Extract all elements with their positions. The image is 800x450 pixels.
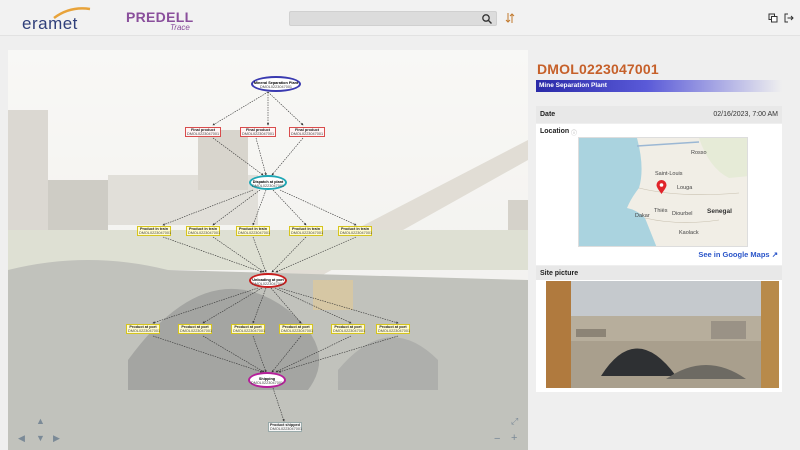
node-product-in-train[interactable]: Product in train DMOL0223047001 [186,226,220,237]
pan-left-button[interactable]: ◀ [18,433,25,444]
node-final-product[interactable]: Final product DMOL0223047001 [240,127,276,138]
map-label-diourbel: Diourbel [672,211,693,217]
node-product-at-port[interactable]: Product at port DMOL0223047001 [279,324,313,335]
search-input[interactable] [294,13,474,25]
site-name-band: Mine Separation Plant [536,80,782,92]
traceability-diagram[interactable]: Mineral Separation Plant DMOL0223047001 … [8,50,528,450]
zoom-out-button[interactable]: − [494,433,500,445]
logout-icon[interactable] [784,13,794,23]
site-picture[interactable] [546,281,779,388]
node-product-at-port[interactable]: Product at port DMOL0223047001 [231,324,265,335]
map-label-saint-louis: Saint-Louis [655,171,683,177]
info-icon[interactable]: ⓘ [571,128,577,137]
node-product-at-port[interactable]: Product at port DMOL0223047001 [376,324,410,335]
node-product-in-train[interactable]: Product in train DMOL0223047001 [137,226,171,237]
location-label: Location [540,128,570,135]
batch-id-title: DMOL0223047001 [537,61,659,77]
node-unloading-at-port[interactable]: Unloading at port DMOL0223047001 [249,273,287,288]
fit-view-button[interactable]: ⤢ [511,416,518,427]
node-final-product[interactable]: Final product DMOL0223047001 [185,127,221,138]
pan-up-button[interactable]: ▲ [36,416,45,426]
node-final-product[interactable]: Final product DMOL0223047001 [289,127,325,138]
site-name-label: Mine Separation Plant [539,82,607,89]
location-section: Location ⓘ Rosso Saint-Louis Louga Seneg… [536,124,782,265]
swap-icon[interactable] [505,12,515,24]
node-product-in-train[interactable]: Product in train DMOL0223047001 [338,226,372,237]
map-label-thies: Thiès [654,208,668,214]
google-maps-link[interactable]: See in Google Maps ↗ [698,250,778,259]
app-header: eramet PREDELL Trace [0,0,800,36]
search-icon[interactable] [481,13,493,25]
map-pin-icon[interactable] [656,180,667,195]
node-mineral-separation-plant[interactable]: Mineral Separation Plant DMOL0223047001 [251,76,301,92]
map-label-louga: Louga [677,185,693,191]
search-box [289,11,497,26]
node-product-in-train[interactable]: Product in train DMOL0223047001 [289,226,323,237]
zoom-in-button[interactable]: + [511,432,517,444]
map-label-rosso: Rosso [691,150,707,156]
predell-subtitle: Trace [170,23,190,32]
predell-logo[interactable]: PREDELL Trace [126,9,196,35]
eramet-logo[interactable]: eramet [22,6,102,33]
copy-icon[interactable] [768,13,778,23]
map-label-dakar: Dakar [635,213,650,219]
site-picture-header: Site picture [536,266,782,280]
node-product-shipped[interactable]: Product shipped DMOL0223047001 [268,422,302,433]
node-product-at-port[interactable]: Product at port DMOL0223047001 [331,324,365,335]
map-label-kaolack: Kaolack [679,230,699,236]
pan-right-button[interactable]: ▶ [53,433,60,444]
node-product-at-port[interactable]: Product at port DMOL0223047001 [126,324,160,335]
site-picture-section: Site picture [536,266,782,392]
location-map[interactable]: Rosso Saint-Louis Louga Senegal Dakar Th… [578,137,748,247]
date-row: Date 02/16/2023, 7:00 AM [536,106,782,123]
site-picture-image [546,281,779,388]
date-value: 02/16/2023, 7:00 AM [713,111,778,118]
node-product-at-port[interactable]: Product at port DMOL0223047001 [178,324,212,335]
eramet-swoosh-icon [53,7,91,20]
external-link-icon: ↗ [771,250,778,259]
diagram-edges [152,91,399,422]
site-picture-label: Site picture [540,270,579,277]
date-label: Date [540,111,556,118]
node-product-in-train[interactable]: Product in train DMOL0223047001 [236,226,270,237]
node-shipping[interactable]: Shipping DMOL0223047001 [248,372,286,388]
node-dispatch-at-plant[interactable]: Dispatch at plant DMOL0223047001 [249,175,287,190]
map-label-senegal: Senegal [707,208,732,215]
pan-down-button[interactable]: ▼ [36,433,45,443]
